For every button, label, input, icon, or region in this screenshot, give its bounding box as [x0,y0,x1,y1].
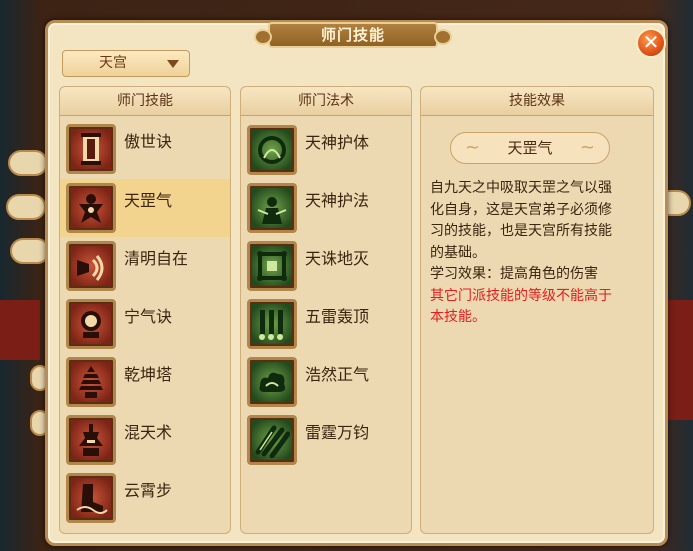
spell-name: 天神护法 [305,191,370,210]
chevron-down-icon [167,60,179,68]
skill-row[interactable]: 傲世诀 [60,120,230,178]
background-lantern [0,300,40,360]
skill-name: 混天术 [124,423,173,442]
background-pillar [665,300,693,420]
skill-row[interactable]: 乾坤塔 [60,353,230,411]
horn-icon [66,241,116,291]
learning-effect-line: 学习效果：提高角色的伤害 [430,266,598,282]
claw-strike-icon [247,415,297,465]
skill-name: 清明自在 [124,249,189,268]
warrior-icon [66,183,116,233]
mirror-icon [66,299,116,349]
spell-name: 天诛地灭 [305,249,370,268]
skill-name: 乾坤塔 [124,365,173,384]
spell-row[interactable]: 浩然正气 [241,353,411,411]
sect-dropdown[interactable]: 天宫 [62,50,190,77]
description-line: 的基础。 [430,244,486,261]
skill-row[interactable]: 混天术 [60,411,230,469]
skill-row[interactable]: 云霄步 [60,469,230,527]
close-button[interactable]: ✕ [636,28,666,58]
cloud-swirl-icon [247,357,297,407]
description-line: 化自身，这是天宫弟子必须修 [430,201,612,218]
skill-row[interactable]: 清明自在 [60,237,230,295]
window-title: 师门技能 [254,22,452,48]
spell-row[interactable]: 天神护体 [241,121,411,179]
skill-name: 天罡气 [124,191,173,210]
thunder-columns-icon [247,299,297,349]
warning-line: 本技能。 [430,309,486,325]
skill-row-selected[interactable]: 天罡气 [60,179,230,237]
urn-icon [66,415,116,465]
background-side-tab [6,194,46,220]
halo-shield-icon [247,125,297,175]
spell-name: 雷霆万钧 [305,423,370,442]
skills-column: 师门技能 傲世诀 天罡气 清明自在 宁气诀 乾坤塔 混天术 云霄步 [59,86,231,534]
spell-name: 五雷轰顶 [305,307,370,326]
skill-description: 自九天之中吸取天罡之气以强 化自身，这是天宫弟子必须修 习的技能，也是天宫所有技… [430,178,648,329]
background-side-tab [10,238,50,264]
spell-row[interactable]: 雷霆万钧 [241,411,411,469]
spell-row[interactable]: 五雷轰顶 [241,295,411,353]
description-line: 习的技能，也是天宫所有技能 [430,223,612,239]
pagoda-icon [66,357,116,407]
spells-column: 师门法术 天神护体 天神护法 天诛地灭 五雷轰顶 浩然正气 雷霆万钧 [240,86,412,534]
scroll-icon [66,124,116,174]
description-line: 自九天之中吸取天罡之气以强 [430,180,612,196]
spell-name: 浩然正气 [305,365,370,384]
close-icon: ✕ [642,30,660,54]
background-side-tab [8,150,48,176]
skill-name: 宁气诀 [124,307,173,326]
skill-row[interactable]: 宁气诀 [60,295,230,353]
boot-icon [66,473,116,523]
effect-column-header: 技能效果 [421,87,653,116]
warning-line: 其它门派技能的等级不能高于 [430,287,612,304]
spell-row[interactable]: 天神护法 [241,179,411,237]
skills-column-header: 师门技能 [60,87,230,116]
selected-skill-badge: 天罡气 [450,132,610,164]
frame-seal-icon [247,241,297,291]
spells-column-header: 师门法术 [241,87,411,116]
spell-row[interactable]: 天诛地灭 [241,237,411,295]
skill-name: 傲世诀 [124,132,173,151]
spell-name: 天神护体 [305,133,370,152]
skill-name: 云霄步 [124,481,173,500]
sect-dropdown-value: 天宫 [99,55,127,71]
guardian-icon [247,183,297,233]
